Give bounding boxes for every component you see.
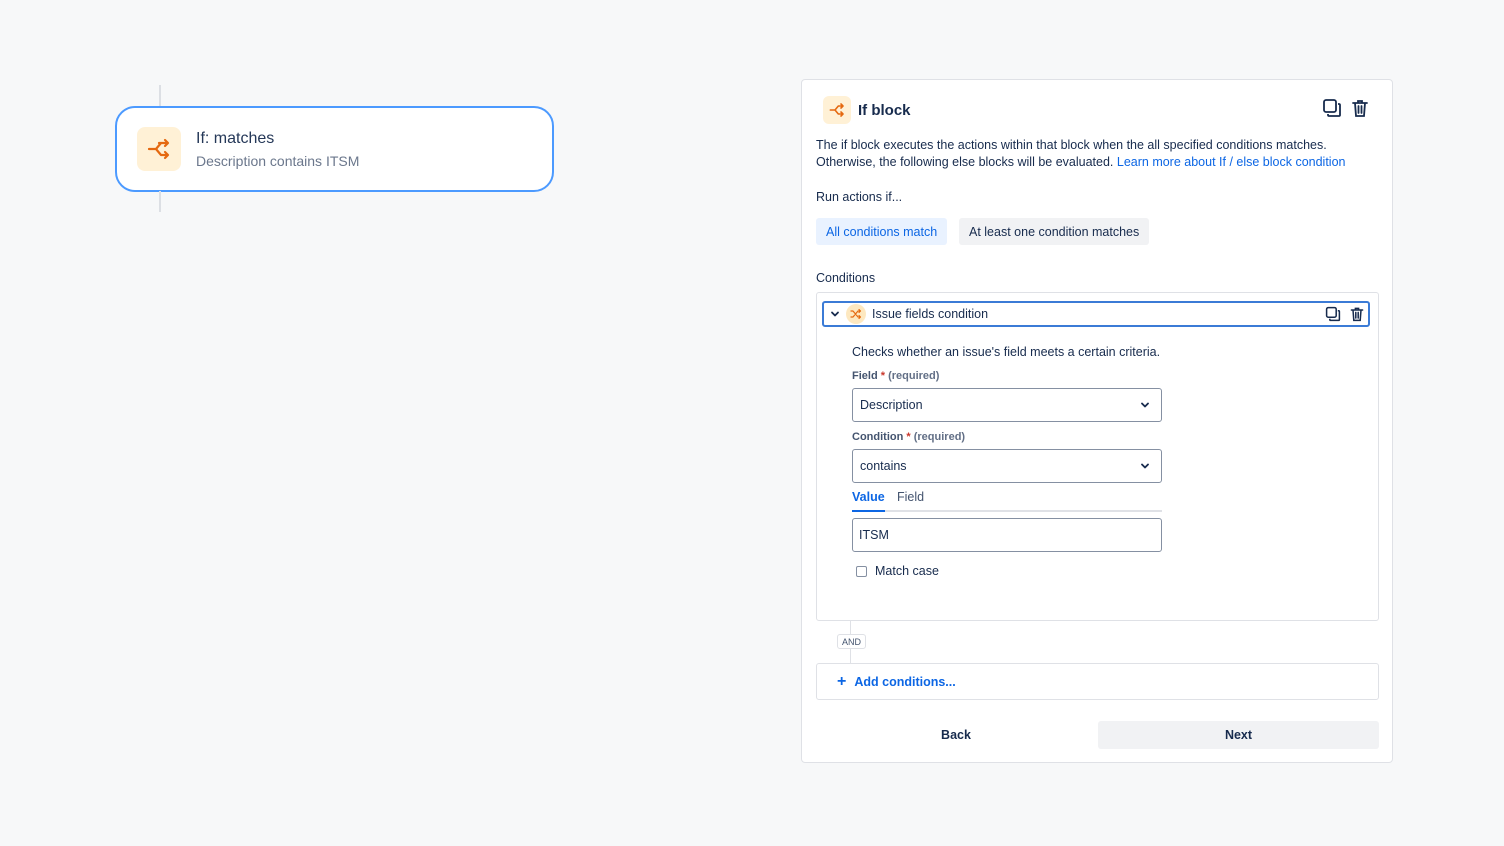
branch-icon [137,127,181,171]
node-title: If: matches [196,129,275,147]
panel-title: If block [858,101,911,119]
next-button[interactable]: Next [1098,721,1379,749]
shuffle-icon [846,304,866,324]
value-input[interactable]: ITSM [852,518,1162,552]
condition-label: Condition * (required) [852,431,966,443]
if-block-node[interactable]: If: matches Description contains ITSM [115,106,554,192]
and-badge: AND [837,634,867,649]
tab-value[interactable]: Value [852,490,885,512]
if-block-panel: If block The if block executes the actio… [801,79,1393,763]
conditions-label: Conditions [816,271,876,285]
delete-icon[interactable] [1348,305,1366,323]
chevron-down-icon[interactable] [826,309,844,319]
value-field-tabs: Value Field [852,490,1162,512]
delete-icon[interactable] [1350,98,1370,118]
checkbox-box[interactable] [856,565,867,577]
connector-line-bottom [159,191,161,212]
learn-more-link[interactable]: Learn more about If / else block conditi… [1117,155,1346,169]
match-case-checkbox[interactable]: Match case [856,564,939,578]
all-conditions-match-option[interactable]: All conditions match [816,218,948,245]
chevron-down-icon [1139,460,1151,475]
condition-header[interactable]: Issue fields condition [822,301,1370,327]
condition-card: Issue fields condition Checks whether an… [816,292,1379,621]
condition-description: Checks whether an issue's field meets a … [852,345,1161,359]
chevron-down-icon [1139,399,1151,414]
node-subtitle: Description contains ITSM [196,152,360,169]
duplicate-icon[interactable] [1322,98,1342,118]
connector-line-top [159,85,161,107]
add-conditions-label: Add conditions... [854,674,956,689]
plus-icon: + [837,672,847,690]
at-least-one-condition-option[interactable]: At least one condition matches [959,218,1150,245]
field-select[interactable]: Description [852,388,1162,422]
condition-title: Issue fields condition [872,307,989,321]
condition-select[interactable]: contains [852,449,1162,483]
run-actions-label: Run actions if... [816,190,903,204]
field-label: Field * (required) [852,370,940,382]
match-case-label: Match case [875,564,939,578]
panel-description: The if block executes the actions within… [816,138,1346,169]
tab-field[interactable]: Field [897,490,924,504]
branch-icon [823,96,851,124]
back-button[interactable]: Back [816,721,1096,749]
duplicate-icon[interactable] [1324,305,1342,323]
add-conditions-button[interactable]: + Add conditions... [816,663,1379,700]
